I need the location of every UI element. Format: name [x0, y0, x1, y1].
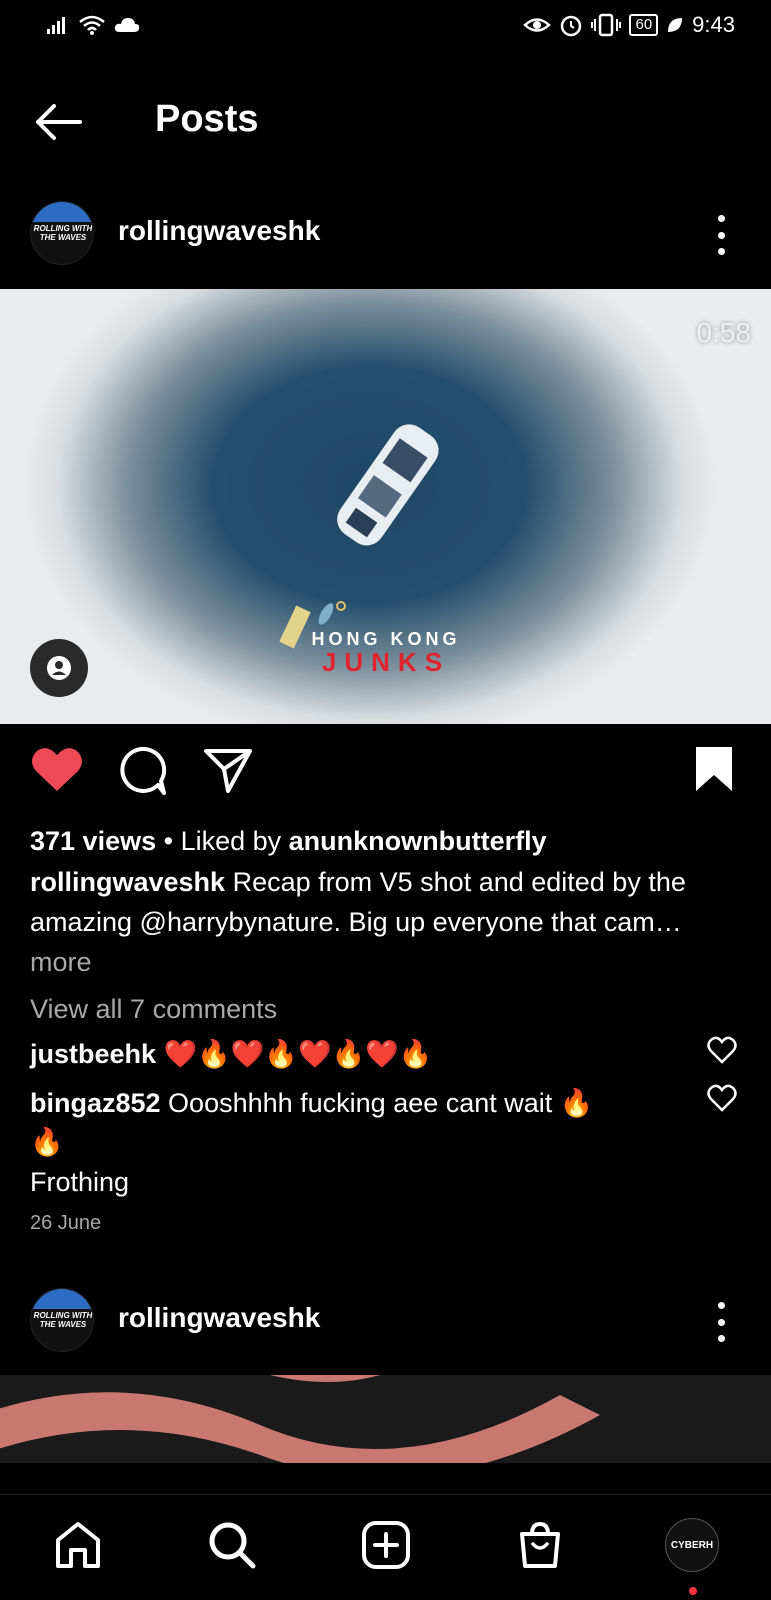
- video-duration: 0:58: [696, 317, 752, 348]
- search-icon: [209, 1522, 256, 1569]
- post-username[interactable]: rollingwaveshk: [118, 215, 320, 247]
- status-right: 60 9:43: [523, 12, 735, 38]
- post-image[interactable]: [0, 1375, 771, 1463]
- share-button[interactable]: [202, 745, 256, 797]
- home-icon: [56, 1522, 100, 1568]
- video-watermark-logo: HONG KONG JUNKS: [288, 629, 484, 677]
- tagged-users-button[interactable]: [30, 639, 88, 697]
- heart-outline-icon: [707, 1084, 737, 1112]
- nav-search[interactable]: [204, 1517, 260, 1573]
- cloud-icon: [114, 18, 140, 32]
- comment-like-button[interactable]: [707, 1084, 737, 1112]
- avatar-logo-text: ROLLING WITH THE WAVES: [33, 224, 93, 242]
- plus-square-icon: [362, 1521, 410, 1569]
- post-date: 26 June: [30, 1212, 102, 1234]
- bookmark-filled-icon: [696, 747, 732, 791]
- send-icon: [204, 749, 252, 793]
- liked-by-user[interactable]: anunknownbutterfly: [289, 826, 547, 856]
- leaf-icon: [668, 18, 683, 32]
- page-title: Posts: [155, 98, 259, 140]
- user-icon: [47, 656, 71, 680]
- comment-row: bingaz852 Oooshhhh fucking aee cant wait…: [30, 1083, 750, 1123]
- dot: [717, 231, 725, 239]
- comment-text-continued: Frothing: [30, 1167, 130, 1197]
- likes-line: 371 views • Liked by anunknownbutterfly: [30, 821, 750, 861]
- alarm-icon: [561, 15, 582, 37]
- bottom-nav: CYBERH: [0, 1494, 771, 1600]
- nav-home[interactable]: [50, 1517, 106, 1573]
- status-left: [46, 14, 140, 36]
- comment-like-button[interactable]: [707, 1036, 737, 1064]
- post-video[interactable]: 0:58 HONG KONG JUNKS: [0, 289, 771, 724]
- avatar-wave: [31, 1289, 93, 1309]
- dot: [717, 1302, 725, 1309]
- dot: [717, 1318, 725, 1326]
- back-button[interactable]: [30, 100, 86, 144]
- view-all-comments-link[interactable]: View all 7 comments: [30, 989, 750, 1029]
- header: Posts: [0, 80, 771, 160]
- comment-username[interactable]: justbeehk: [30, 1039, 156, 1069]
- battery-indicator: 60: [629, 14, 659, 36]
- comment-text-continued: 🔥: [30, 1127, 64, 1157]
- notification-dot: [689, 1587, 697, 1595]
- more-link[interactable]: more: [30, 942, 750, 982]
- more-options-button[interactable]: [715, 215, 727, 255]
- dot: [717, 1335, 725, 1342]
- post-username[interactable]: rollingwaveshk: [118, 1302, 320, 1334]
- views-count: 371 views: [30, 826, 157, 856]
- status-time: 9:43: [692, 12, 735, 37]
- heart-outline-icon: [707, 1036, 737, 1064]
- arrow-left-icon: [36, 104, 82, 140]
- avatar[interactable]: ROLLING WITH THE WAVES: [30, 201, 94, 265]
- more-options-button[interactable]: [715, 1302, 727, 1342]
- post-actions: [0, 745, 771, 805]
- eye-icon: [523, 18, 552, 32]
- comment-button[interactable]: [116, 745, 170, 797]
- shopping-bag-icon: [520, 1521, 560, 1568]
- post-header: ROLLING WITH THE WAVES rollingwaveshk: [0, 189, 771, 279]
- avatar-wave: [31, 202, 93, 222]
- nav-create[interactable]: [358, 1517, 414, 1573]
- save-button[interactable]: [692, 745, 746, 797]
- avatar-logo-text: ROLLING WITH THE WAVES: [33, 1311, 93, 1329]
- vibrate-icon: [591, 13, 622, 37]
- dot: [717, 215, 725, 222]
- like-button[interactable]: [30, 745, 84, 797]
- wifi-icon: [79, 15, 105, 35]
- heart-filled-icon: [32, 748, 82, 791]
- liked-by-prefix: • Liked by: [156, 826, 289, 856]
- status-bar: 60 9:43: [0, 0, 771, 60]
- comment-text: Oooshhhh fucking aee cant wait 🔥: [160, 1088, 594, 1118]
- comment-text: ❤️🔥❤️🔥❤️🔥❤️🔥: [156, 1039, 433, 1069]
- comment-icon: [120, 746, 167, 795]
- caption: rollingwaveshk Recap from V5 shot and ed…: [30, 862, 750, 942]
- nav-profile[interactable]: CYBERH: [664, 1517, 720, 1573]
- caption-username[interactable]: rollingwaveshk: [30, 867, 225, 897]
- avatar[interactable]: ROLLING WITH THE WAVES: [30, 1288, 94, 1352]
- signal-icon: [47, 17, 65, 34]
- comment-row: justbeehk ❤️🔥❤️🔥❤️🔥❤️🔥: [30, 1034, 750, 1074]
- dot: [717, 248, 725, 255]
- post-header: ROLLING WITH THE WAVES rollingwaveshk: [0, 1276, 771, 1366]
- logo-bottom-text: JUNKS: [321, 647, 451, 677]
- wave-graphic: [0, 1375, 600, 1463]
- profile-avatar: CYBERH: [665, 1518, 719, 1572]
- nav-shop[interactable]: [512, 1517, 568, 1573]
- comment-username[interactable]: bingaz852: [30, 1088, 161, 1118]
